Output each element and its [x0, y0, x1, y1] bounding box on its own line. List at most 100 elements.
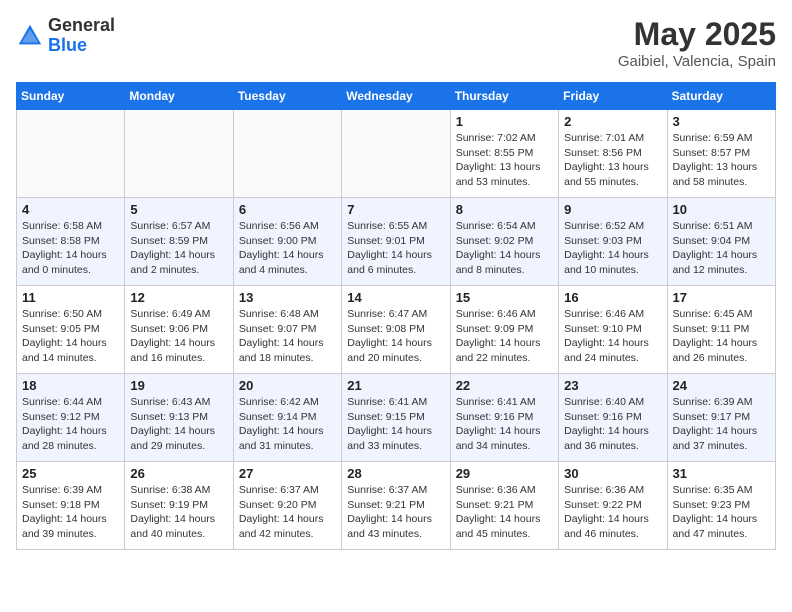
day-info: Sunrise: 6:51 AMSunset: 9:04 PMDaylight:…: [673, 219, 770, 278]
day-number: 20: [239, 378, 336, 393]
day-info: Sunrise: 6:43 AMSunset: 9:13 PMDaylight:…: [130, 395, 227, 454]
day-number: 2: [564, 114, 661, 129]
calendar-cell: 31Sunrise: 6:35 AMSunset: 9:23 PMDayligh…: [667, 462, 775, 550]
day-number: 9: [564, 202, 661, 217]
calendar-cell: 16 Sunrise: 6:46 AMSunset: 9:10 PMDayligh…: [559, 286, 667, 374]
month-year: May 2025: [618, 16, 776, 53]
calendar-cell: 20 Sunrise: 6:42 AMSunset: 9:14 PMDayligh…: [233, 374, 341, 462]
calendar-week-row: 25Sunrise: 6:39 AMSunset: 9:18 PMDayligh…: [17, 462, 776, 550]
weekday-header-sunday: Sunday: [17, 83, 125, 110]
calendar-cell: 15Sunrise: 6:46 AMSunset: 9:09 PMDayligh…: [450, 286, 558, 374]
day-number: 11: [22, 290, 119, 305]
day-info: Sunrise: 6:52 AMSunset: 9:03 PMDaylight:…: [564, 219, 661, 278]
day-info: Sunrise: 6:58 AMSunset: 8:58 PMDaylight:…: [22, 219, 119, 278]
day-info: Sunrise: 6:38 AMSunset: 9:19 PMDaylight:…: [130, 483, 227, 542]
calendar-cell: 26 Sunrise: 6:38 AMSunset: 9:19 PMDayligh…: [125, 462, 233, 550]
calendar-cell: 30Sunrise: 6:36 AMSunset: 9:22 PMDayligh…: [559, 462, 667, 550]
day-info: Sunrise: 6:36 AMSunset: 9:22 PMDaylight:…: [564, 483, 661, 542]
day-number: 21: [347, 378, 444, 393]
calendar-cell: 11 Sunrise: 6:50 AMSunset: 9:05 PMDayligh…: [17, 286, 125, 374]
day-info: Sunrise: 6:57 AMSunset: 8:59 PMDaylight:…: [130, 219, 227, 278]
day-number: 23: [564, 378, 661, 393]
day-info: Sunrise: 7:01 AMSunset: 8:56 PMDaylight:…: [564, 131, 661, 190]
day-number: 8: [456, 202, 553, 217]
calendar-cell: [17, 110, 125, 198]
calendar-cell: [125, 110, 233, 198]
calendar-cell: 24Sunrise: 6:39 AMSunset: 9:17 PMDayligh…: [667, 374, 775, 462]
day-info: Sunrise: 6:46 AMSunset: 9:10 PMDaylight:…: [564, 307, 661, 366]
day-info: Sunrise: 6:37 AMSunset: 9:21 PMDaylight:…: [347, 483, 444, 542]
day-number: 1: [456, 114, 553, 129]
calendar-week-row: 1 Sunrise: 7:02 AMSunset: 8:55 PMDaylight…: [17, 110, 776, 198]
day-info: Sunrise: 6:39 AMSunset: 9:18 PMDaylight:…: [22, 483, 119, 542]
day-info: Sunrise: 6:46 AMSunset: 9:09 PMDaylight:…: [456, 307, 553, 366]
logo-blue-text: Blue: [48, 35, 87, 55]
day-info: Sunrise: 6:40 AMSunset: 9:16 PMDaylight:…: [564, 395, 661, 454]
location: Gaibiel, Valencia, Spain: [618, 53, 776, 70]
day-info: Sunrise: 6:45 AMSunset: 9:11 PMDaylight:…: [673, 307, 770, 366]
calendar-cell: 19 Sunrise: 6:43 AMSunset: 9:13 PMDayligh…: [125, 374, 233, 462]
weekday-header-wednesday: Wednesday: [342, 83, 450, 110]
day-number: 26: [130, 466, 227, 481]
day-info: Sunrise: 6:42 AMSunset: 9:14 PMDaylight:…: [239, 395, 336, 454]
calendar-cell: 12Sunrise: 6:49 AMSunset: 9:06 PMDayligh…: [125, 286, 233, 374]
calendar-cell: 14 Sunrise: 6:47 AMSunset: 9:08 PMDayligh…: [342, 286, 450, 374]
day-number: 6: [239, 202, 336, 217]
calendar-cell: 8 Sunrise: 6:54 AMSunset: 9:02 PMDaylight…: [450, 198, 558, 286]
logo-icon: [16, 22, 44, 50]
calendar-week-row: 4 Sunrise: 6:58 AMSunset: 8:58 PMDaylight…: [17, 198, 776, 286]
day-number: 7: [347, 202, 444, 217]
day-number: 18: [22, 378, 119, 393]
day-number: 10: [673, 202, 770, 217]
day-info: Sunrise: 6:35 AMSunset: 9:23 PMDaylight:…: [673, 483, 770, 542]
day-number: 17: [673, 290, 770, 305]
calendar-cell: 21 Sunrise: 6:41 AMSunset: 9:15 PMDayligh…: [342, 374, 450, 462]
day-info: Sunrise: 6:41 AMSunset: 9:15 PMDaylight:…: [347, 395, 444, 454]
calendar-cell: 13 Sunrise: 6:48 AMSunset: 9:07 PMDayligh…: [233, 286, 341, 374]
day-number: 4: [22, 202, 119, 217]
logo-general-text: General: [48, 15, 115, 35]
day-number: 14: [347, 290, 444, 305]
calendar-cell: [233, 110, 341, 198]
day-info: Sunrise: 6:36 AMSunset: 9:21 PMDaylight:…: [456, 483, 553, 542]
day-number: 27: [239, 466, 336, 481]
calendar-table: SundayMondayTuesdayWednesdayThursdayFrid…: [16, 82, 776, 550]
day-number: 12: [130, 290, 227, 305]
calendar-cell: 10 Sunrise: 6:51 AMSunset: 9:04 PMDayligh…: [667, 198, 775, 286]
weekday-header-friday: Friday: [559, 83, 667, 110]
calendar-cell: 3 Sunrise: 6:59 AMSunset: 8:57 PMDaylight…: [667, 110, 775, 198]
calendar-cell: 25Sunrise: 6:39 AMSunset: 9:18 PMDayligh…: [17, 462, 125, 550]
calendar-cell: 4 Sunrise: 6:58 AMSunset: 8:58 PMDaylight…: [17, 198, 125, 286]
calendar-cell: 1 Sunrise: 7:02 AMSunset: 8:55 PMDaylight…: [450, 110, 558, 198]
day-number: 16: [564, 290, 661, 305]
day-number: 19: [130, 378, 227, 393]
day-info: Sunrise: 6:55 AMSunset: 9:01 PMDaylight:…: [347, 219, 444, 278]
calendar-cell: 29 Sunrise: 6:36 AMSunset: 9:21 PMDayligh…: [450, 462, 558, 550]
calendar-cell: 27Sunrise: 6:37 AMSunset: 9:20 PMDayligh…: [233, 462, 341, 550]
calendar-cell: 28 Sunrise: 6:37 AMSunset: 9:21 PMDayligh…: [342, 462, 450, 550]
day-number: 24: [673, 378, 770, 393]
calendar-week-row: 11 Sunrise: 6:50 AMSunset: 9:05 PMDayligh…: [17, 286, 776, 374]
calendar-cell: [342, 110, 450, 198]
day-info: Sunrise: 7:02 AMSunset: 8:55 PMDaylight:…: [456, 131, 553, 190]
page-header: General Blue May 2025 Gaibiel, Valencia,…: [16, 16, 776, 70]
day-number: 22: [456, 378, 553, 393]
day-number: 28: [347, 466, 444, 481]
day-info: Sunrise: 6:56 AMSunset: 9:00 PMDaylight:…: [239, 219, 336, 278]
day-info: Sunrise: 6:41 AMSunset: 9:16 PMDaylight:…: [456, 395, 553, 454]
calendar-cell: 18Sunrise: 6:44 AMSunset: 9:12 PMDayligh…: [17, 374, 125, 462]
day-info: Sunrise: 6:54 AMSunset: 9:02 PMDaylight:…: [456, 219, 553, 278]
day-number: 29: [456, 466, 553, 481]
day-info: Sunrise: 6:47 AMSunset: 9:08 PMDaylight:…: [347, 307, 444, 366]
weekday-header-saturday: Saturday: [667, 83, 775, 110]
day-number: 13: [239, 290, 336, 305]
calendar-cell: 6 Sunrise: 6:56 AMSunset: 9:00 PMDaylight…: [233, 198, 341, 286]
day-info: Sunrise: 6:59 AMSunset: 8:57 PMDaylight:…: [673, 131, 770, 190]
calendar-cell: 17 Sunrise: 6:45 AMSunset: 9:11 PMDayligh…: [667, 286, 775, 374]
day-info: Sunrise: 6:50 AMSunset: 9:05 PMDaylight:…: [22, 307, 119, 366]
day-number: 3: [673, 114, 770, 129]
weekday-header-monday: Monday: [125, 83, 233, 110]
weekday-header-tuesday: Tuesday: [233, 83, 341, 110]
title-block: May 2025 Gaibiel, Valencia, Spain: [618, 16, 776, 70]
day-info: Sunrise: 6:48 AMSunset: 9:07 PMDaylight:…: [239, 307, 336, 366]
